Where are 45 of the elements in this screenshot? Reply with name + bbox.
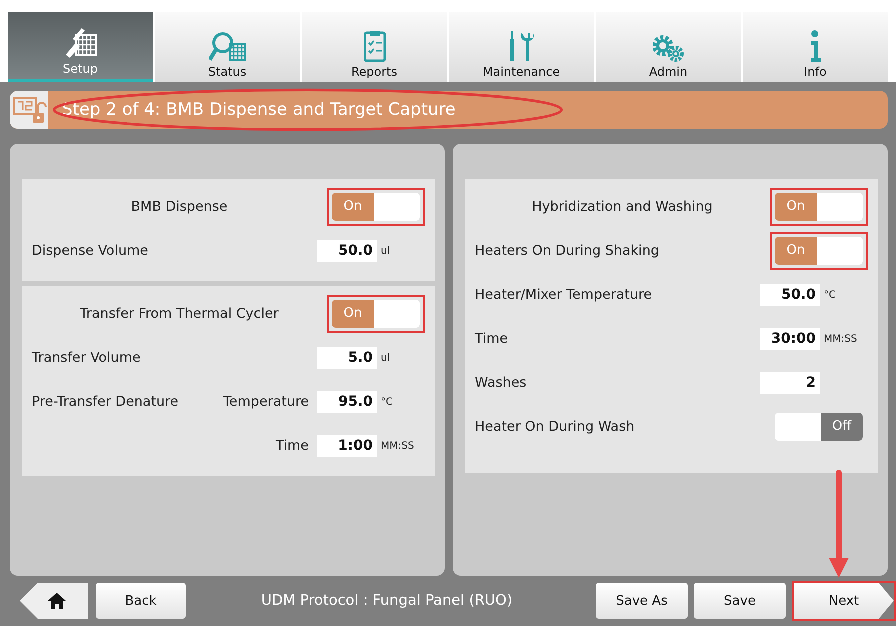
unit-label: MM:SS — [824, 334, 858, 344]
value-field[interactable]: 2 — [760, 372, 820, 394]
setting-label: Pre-Transfer Denature — [32, 394, 180, 410]
setting-label: BMB Dispense — [130, 199, 229, 215]
nav-tab[interactable]: Reports — [302, 12, 447, 82]
brush-grid-icon — [64, 26, 98, 59]
unit-label: MM:SS — [381, 440, 416, 452]
nav-tab[interactable]: Info — [743, 12, 888, 82]
value-field[interactable]: 50.0 — [317, 240, 377, 262]
nav-tab[interactable]: Maintenance — [449, 12, 594, 82]
home-button[interactable] — [20, 583, 88, 619]
home-icon — [47, 592, 67, 610]
setting-label: Transfer Volume — [32, 350, 142, 366]
value-field[interactable]: 5.0 — [317, 347, 377, 369]
tools-icon — [509, 30, 534, 62]
setting-label: Heaters On During Shaking — [475, 243, 660, 259]
value-field[interactable]: 50.0 — [760, 284, 820, 306]
unit-label: ul — [381, 246, 392, 256]
setting-label: Heater On During Wash — [475, 419, 636, 435]
unit-label: °C — [824, 290, 837, 300]
nav-tab[interactable]: Setup — [8, 12, 153, 82]
unit-label: °C — [381, 396, 394, 408]
setting-label: Hybridization and Washing — [531, 199, 714, 215]
setting-label: Heater/Mixer Temperature — [475, 287, 654, 303]
next-button[interactable]: Next — [794, 583, 894, 619]
setting-label: Dispense Volume — [32, 243, 150, 259]
nav-tab[interactable]: Admin — [596, 12, 741, 82]
setting-label: Temperature — [223, 394, 309, 410]
nav-tab[interactable]: Status — [155, 12, 300, 82]
value-field[interactable]: 30:00 — [760, 328, 820, 350]
unit-label: ul — [381, 352, 392, 364]
setting-label: Washes — [475, 375, 528, 391]
settings-icon — [653, 35, 684, 62]
back-button[interactable]: Back — [96, 583, 186, 619]
info-icon — [810, 30, 822, 62]
value-field[interactable]: 1:00 — [317, 435, 377, 457]
protocol-name: UDM Protocol : Fungal Panel (RUO) — [260, 593, 514, 609]
magnifier-grid-icon — [208, 32, 246, 62]
save-button[interactable]: Save — [694, 583, 786, 619]
save-as-button[interactable]: Save As — [596, 583, 688, 619]
value-field[interactable]: 95.0 — [317, 391, 377, 413]
setting-label: Time — [276, 438, 309, 454]
setting-label: Time — [475, 331, 510, 347]
clipboard-icon — [364, 30, 386, 62]
setting-label: Transfer From Thermal Cycler — [79, 306, 280, 322]
